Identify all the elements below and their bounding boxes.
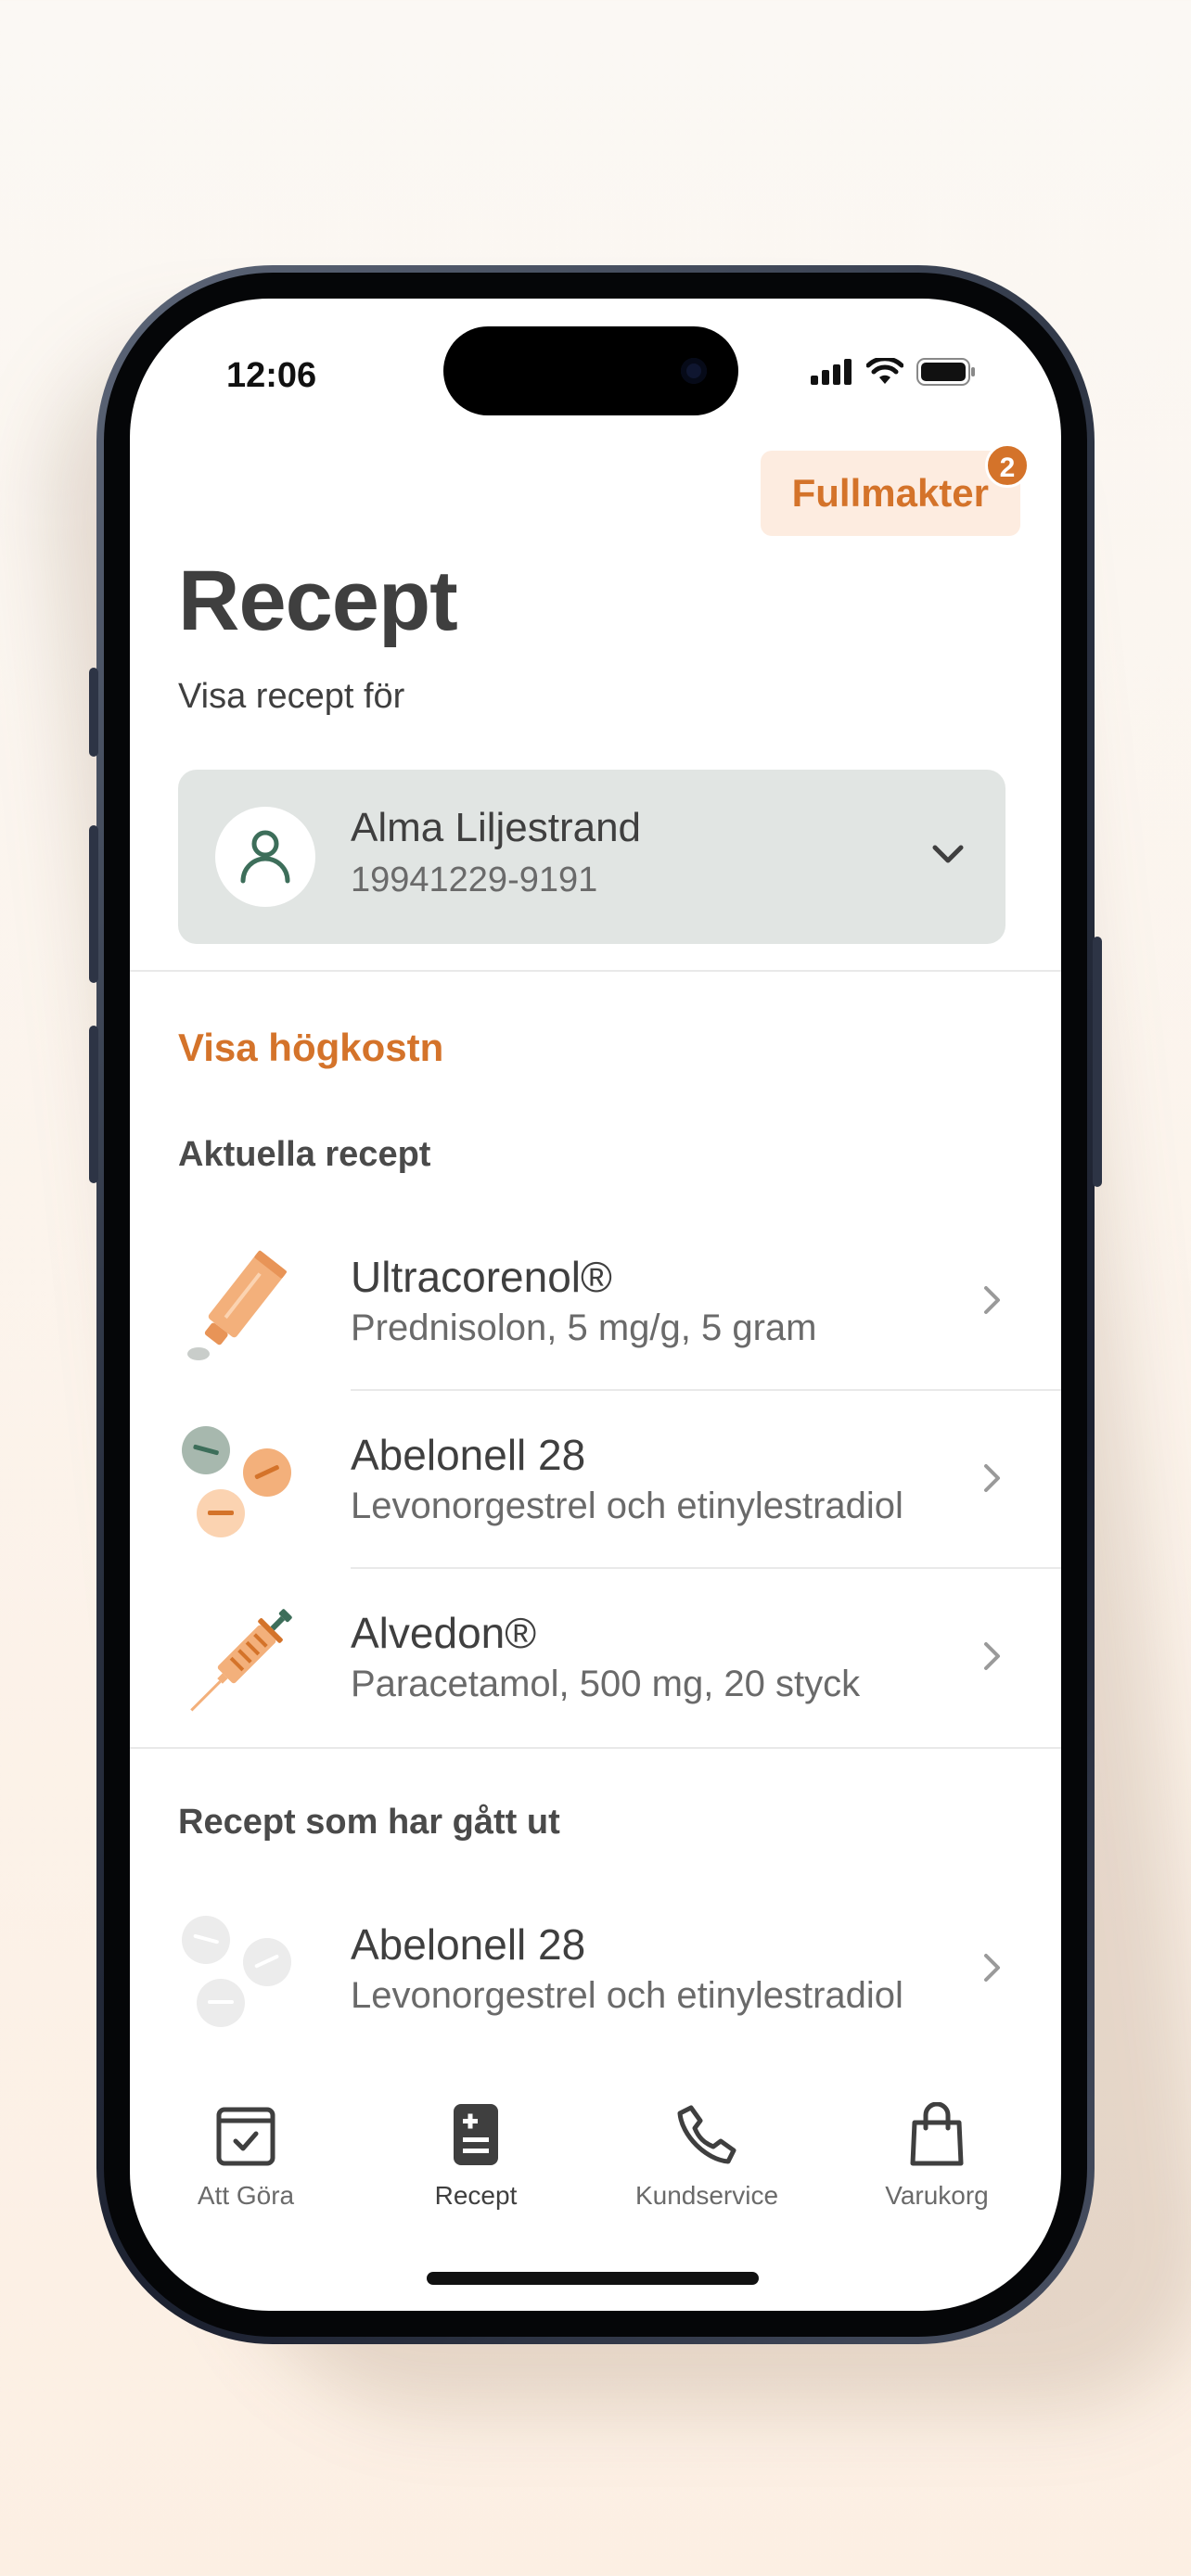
- tab-label: Recept: [434, 2181, 518, 2210]
- home-indicator[interactable]: [427, 2272, 759, 2285]
- syringe-icon: [190, 1609, 292, 1712]
- fullmakter-button[interactable]: Fullmakter 2: [760, 443, 1030, 536]
- tab-bar: Att Göra Recept Kundservice Varukorg: [130, 2098, 1061, 2264]
- divider: [130, 970, 1061, 972]
- chevron-right-icon: [984, 1954, 1000, 1982]
- chevron-right-icon: [984, 1286, 1000, 1314]
- notification-badge: 2: [985, 443, 1030, 488]
- divider: [130, 1747, 1061, 1749]
- tab-kundservice[interactable]: Kundservice: [614, 2098, 800, 2211]
- prescription-name: Alvedon®: [351, 1609, 537, 1657]
- pills-icon: [182, 1426, 291, 1537]
- prescription-name: Ultracorenol®: [351, 1253, 612, 1301]
- app-screen: 12:06 Fullmakter 2 Recept Visa recept fö…: [130, 299, 1061, 2311]
- prescription-description: Prednisolon, 5 mg/g, 5 gram: [351, 1307, 817, 1348]
- dynamic-island: [443, 326, 738, 415]
- wifi-icon: [866, 358, 903, 384]
- checklist-icon: [216, 2107, 275, 2166]
- status-time: 12:06: [226, 356, 317, 395]
- prescription-icon: [454, 2104, 498, 2165]
- current-section-heading: Aktuella recept: [178, 1135, 431, 1174]
- expired-section-heading: Recept som har gått ut: [178, 1803, 560, 1842]
- camera-icon: [681, 358, 707, 384]
- cream-tube-icon: [187, 1250, 287, 1360]
- volume-down-button: [89, 1026, 98, 1183]
- prescription-row[interactable]: Abelonell 28 Levonorgestrel och etinyles…: [130, 1393, 1061, 1569]
- phone-icon: [677, 2105, 736, 2164]
- person-icon: [240, 830, 290, 884]
- tab-label: Att Göra: [197, 2181, 295, 2210]
- signal-icon: [811, 359, 852, 385]
- prescription-name: Abelonell 28: [351, 1920, 586, 1969]
- pills-grey-icon: [182, 1916, 291, 2027]
- prescription-row[interactable]: Ultracorenol® Prednisolon, 5 mg/g, 5 gra…: [130, 1215, 1061, 1391]
- person-id: 19941229-9191: [351, 861, 598, 899]
- fullmakter-label: Fullmakter: [791, 471, 989, 515]
- page-title: Recept: [178, 554, 458, 648]
- chevron-right-icon: [984, 1642, 1000, 1670]
- tab-label: Kundservice: [634, 2181, 779, 2210]
- shopping-bag-icon: [910, 2102, 964, 2166]
- person-selector[interactable]: Alma Liljestrand 19941229-9191: [178, 770, 1005, 944]
- row-separator: [351, 1567, 1061, 1569]
- status-icons: [811, 358, 976, 386]
- tab-label: Varukorg: [885, 2181, 989, 2210]
- power-button: [1093, 937, 1102, 1187]
- prescription-description: Levonorgestrel och etinylestradiol: [351, 1486, 903, 1526]
- avatar: [215, 807, 315, 907]
- mute-switch: [89, 668, 98, 757]
- chevron-down-icon: [932, 845, 964, 863]
- prescription-row[interactable]: Abelonell 28 Levonorgestrel och etinyles…: [130, 1882, 1061, 2059]
- row-separator: [351, 1389, 1061, 1391]
- prescription-row[interactable]: Alvedon® Paracetamol, 500 mg, 20 styck: [130, 1571, 1061, 1747]
- tab-att-gora[interactable]: Att Göra: [153, 2098, 339, 2211]
- tab-varukorg[interactable]: Varukorg: [844, 2098, 1030, 2211]
- prescription-description: Paracetamol, 500 mg, 20 styck: [351, 1664, 861, 1704]
- battery-icon: [916, 358, 975, 386]
- prescription-name: Abelonell 28: [351, 1431, 586, 1479]
- show-high-cost-link[interactable]: Visa högkostn: [178, 1026, 467, 1070]
- chevron-right-icon: [984, 1464, 1000, 1492]
- phone-frame: 12:06 Fullmakter 2 Recept Visa recept fö…: [96, 265, 1095, 2344]
- tab-recept[interactable]: Recept: [383, 2098, 569, 2211]
- volume-up-button: [89, 825, 98, 983]
- prescription-description: Levonorgestrel och etinylestradiol: [351, 1975, 903, 2016]
- show-for-label: Visa recept för: [178, 677, 405, 716]
- person-name: Alma Liljestrand: [351, 805, 642, 850]
